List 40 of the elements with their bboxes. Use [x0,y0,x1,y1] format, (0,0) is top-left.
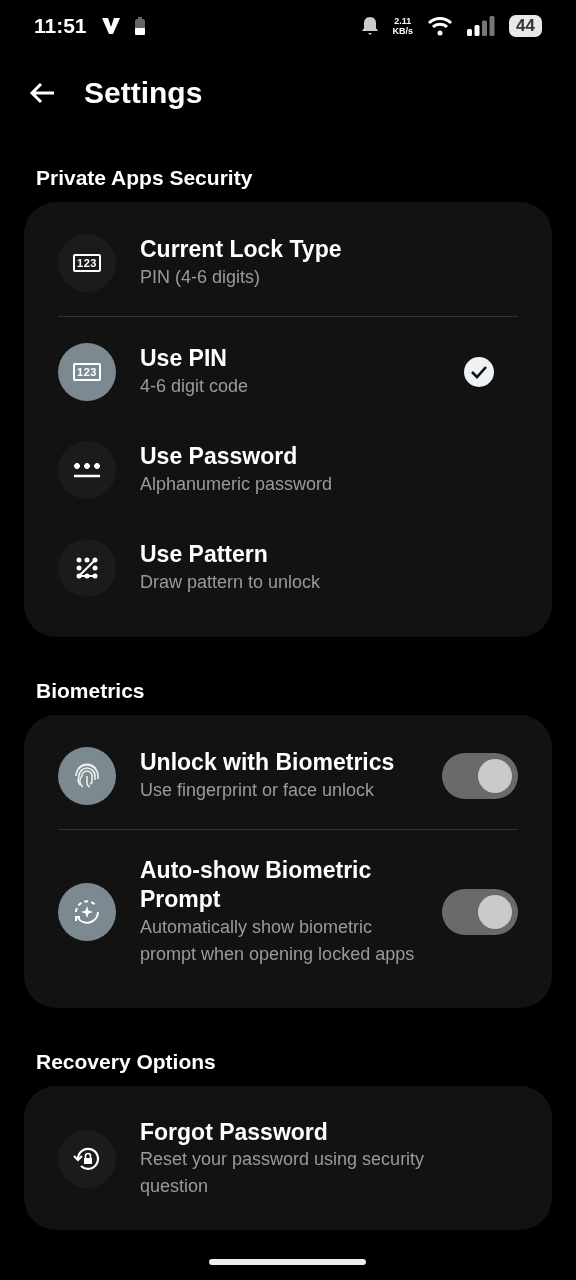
toggle-switch[interactable] [442,888,518,935]
pattern-icon [75,556,99,580]
battery-level: 44 [509,15,542,37]
row-title: Forgot Password [140,1117,329,1147]
row-subtitle: 4-6 digit code [140,374,250,398]
settings-row[interactable]: Use Pattern Draw pattern to unlock [58,523,518,621]
pin-icon: 123 [73,254,101,272]
small-battery-icon [134,17,145,35]
settings-row[interactable]: 123 Use PIN 4-6 digit code [58,327,518,425]
settings-row[interactable]: Unlock with Biometrics Use fingerprint or face unlock [58,731,518,830]
row-subtitle: Use fingerprint or face unlock [140,778,376,802]
password-icon [72,460,102,480]
settings-row[interactable]: Use Password Alphanumeric password [58,425,518,523]
back-button[interactable] [28,81,56,105]
section-title: Biometrics [35,679,146,703]
page-title: Settings [84,76,203,110]
network-speed: 2.11 KB/s [392,16,414,36]
clock-time: 11:51 [34,14,87,38]
section-title: Recovery Options [35,1049,217,1074]
settings-row[interactable]: Forgot Password Reset your password using security question [58,1101,518,1225]
bell-icon [360,16,379,36]
row-subtitle: Draw pattern to unlock [140,570,322,594]
section-title: Private Apps Security [35,166,254,190]
row-title: Unlock with Biometrics [140,748,396,777]
fingerprint-icon [73,761,101,791]
settings-row[interactable]: Auto-show Biometric Prompt Automatically show biometric prompt when opening locked apps [58,840,518,992]
row-title: Use Password [140,442,299,471]
row-subtitle: Automatically show biometric prompt when opening locked apps [140,915,416,966]
row-title: Use Pattern [140,540,269,569]
row-subtitle: Reset your password using security question [140,1148,426,1199]
row-subtitle: PIN (4-6 digits) [140,265,262,289]
wifi-icon [427,16,454,36]
row-title: Use PIN [140,344,228,373]
v-logo-icon [100,17,121,35]
row-title: Current Lock Type [140,235,343,264]
signal-icon [467,16,496,36]
pin-icon: 123 [73,363,101,381]
row-subtitle: Alphanumeric password [140,472,334,496]
toggle-switch[interactable] [442,753,518,799]
row-title: Auto-show Biometric Prompt [140,856,373,914]
